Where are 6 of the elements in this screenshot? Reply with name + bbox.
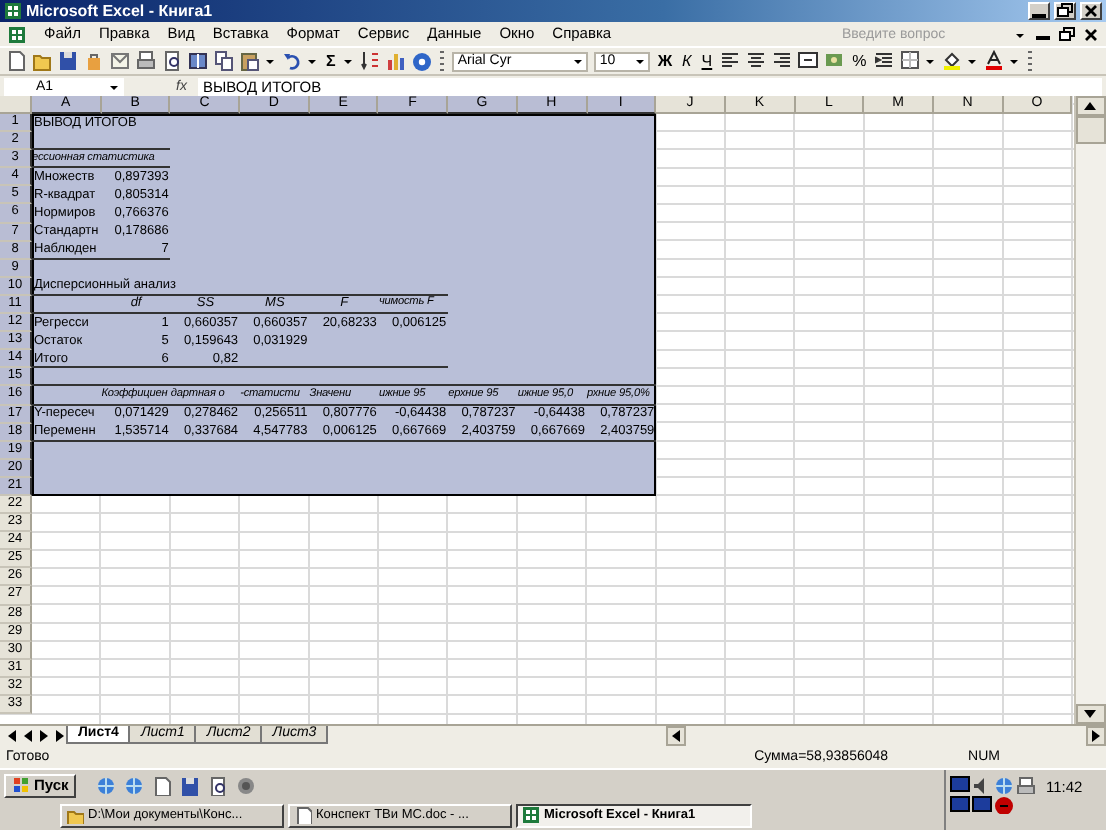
autosum-button[interactable]: Σ: [324, 51, 338, 71]
bold-button[interactable]: Ж: [655, 51, 675, 71]
italic-button[interactable]: К: [680, 51, 694, 71]
underline-button[interactable]: Ч: [699, 51, 715, 71]
percent-button[interactable]: %: [850, 51, 869, 71]
window-title: Microsoft Excel - Книга1: [26, 1, 213, 21]
